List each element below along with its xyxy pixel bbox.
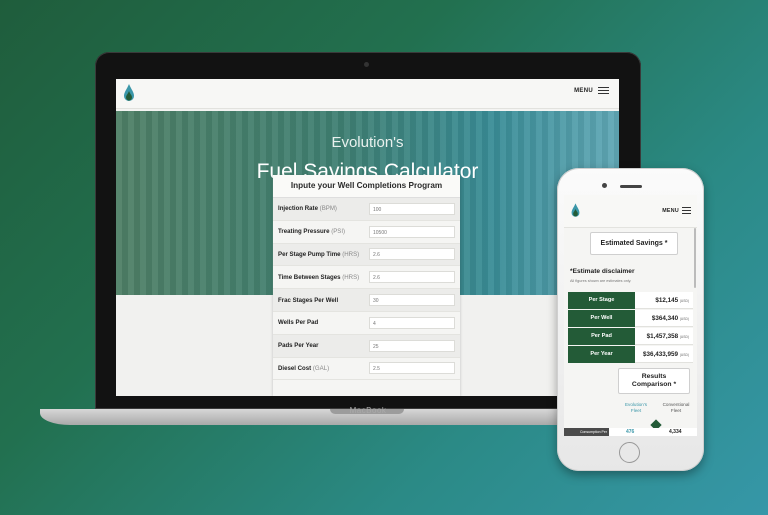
savings-row: Per Well $364,340 (USD): [568, 309, 693, 328]
savings-value: $36,433,959 (USD): [635, 345, 693, 364]
site-header: MENU: [116, 79, 619, 109]
form-row-injection-rate: Injection Rate (BPM) 100: [273, 198, 460, 221]
laptop-camera: [364, 62, 369, 67]
savings-row: Per Year $36,433,959 (USD): [568, 345, 693, 364]
estimated-savings-button[interactable]: Estimated Savings *: [590, 232, 678, 255]
logo-drop-icon[interactable]: [570, 202, 581, 219]
savings-value: $364,340 (USD): [635, 309, 693, 328]
results-comparison-button[interactable]: Results Comparison *: [618, 368, 690, 394]
wells-per-pad-input[interactable]: 4: [369, 316, 455, 329]
field-label: Diesel Cost (GAL): [278, 364, 330, 372]
form-row-time-between-stages: Time Between Stages (HRS) 2.6: [273, 266, 460, 290]
laptop-screen: MENU Evolution's Fuel Savings Calculator…: [116, 79, 619, 396]
results-line1: Results: [641, 373, 667, 380]
menu-label: MENU: [574, 88, 593, 94]
estimate-disclaimer: *Estimate disclaimer: [570, 268, 635, 275]
time-between-stages-input[interactable]: 2.6: [369, 271, 455, 284]
form-title: Inpute your Well Completions Program: [273, 175, 460, 198]
field-label: Injection Rate (BPM): [278, 205, 337, 213]
field-label: Wells Per Pad: [278, 319, 319, 327]
form-row-pads-per-year: Pads Per Year 25: [273, 334, 460, 358]
evolution-value: 476: [626, 429, 635, 435]
results-line2: Comparison *: [631, 381, 677, 388]
savings-row: Per Stage $12,145 (USD): [568, 292, 693, 310]
phone-menu-button[interactable]: MENU: [662, 207, 691, 215]
hamburger-icon: [598, 87, 609, 95]
savings-label: Per Pad: [568, 327, 635, 346]
savings-value: $12,145 (USD): [635, 292, 693, 310]
pads-per-year-input[interactable]: 25: [369, 339, 455, 352]
savings-value: $1,457,358 (USD): [635, 327, 693, 346]
phone-screen: MENU Estimated Savings * *Estimate discl…: [564, 195, 697, 436]
form-row-wells-per-pad: Wells Per Pad 4: [273, 312, 460, 335]
menu-label: MENU: [662, 208, 679, 214]
savings-label: Per Stage: [568, 292, 635, 310]
comparison-label: Consumption Per: [564, 428, 609, 436]
hamburger-icon: [682, 207, 691, 215]
evolution-fleet-header: Evolution's Fleet: [624, 402, 648, 413]
form-row-diesel-cost: Diesel Cost (GAL) 2.5: [273, 358, 460, 381]
form-rows: Injection Rate (BPM) 100 Treating Pressu…: [273, 198, 460, 381]
disclaimer-note: All figures shown are estimates only.: [570, 279, 632, 283]
savings-label: Per Year: [568, 345, 635, 364]
field-label: Pads Per Year: [278, 342, 319, 350]
form-row-treating-pressure: Treating Pressure (PSI) 10500: [273, 221, 460, 244]
conventional-fleet-header: Conventional Fleet: [662, 402, 690, 413]
field-label: Per Stage Pump Time (HRS): [278, 250, 360, 258]
phone-header: MENU: [564, 195, 697, 228]
phone-camera: [602, 183, 607, 188]
logo-drop-icon[interactable]: [122, 83, 136, 103]
comparison-row: Consumption Per 476 4,334: [564, 428, 697, 436]
field-label: Frac Stages Per Well: [278, 296, 339, 304]
phone: MENU Estimated Savings * *Estimate discl…: [557, 168, 704, 471]
conventional-value: 4,334: [669, 429, 682, 435]
hero-subtitle: Evolution's: [331, 134, 404, 151]
form-row-frac-stages: Frac Stages Per Well 30: [273, 289, 460, 312]
savings-row: Per Pad $1,457,358 (USD): [568, 327, 693, 346]
savings-label: Per Well: [568, 309, 635, 328]
menu-button[interactable]: MENU: [574, 87, 609, 95]
diesel-cost-input[interactable]: 2.5: [369, 362, 455, 375]
well-program-form: Inpute your Well Completions Program Inj…: [273, 175, 460, 396]
field-label: Treating Pressure (PSI): [278, 228, 346, 236]
treating-pressure-input[interactable]: 10500: [369, 225, 455, 238]
injection-rate-input[interactable]: 100: [369, 202, 455, 215]
field-label: Time Between Stages (HRS): [278, 273, 360, 281]
form-row-stage-pump-time: Per Stage Pump Time (HRS) 2.6: [273, 243, 460, 267]
phone-scrollbar[interactable]: [694, 228, 696, 288]
phone-speaker: [620, 185, 642, 188]
savings-table: Per Stage $12,145 (USD) Per Well $364,34…: [568, 292, 693, 364]
home-button[interactable]: [619, 442, 640, 463]
stage-pump-time-input[interactable]: 2.6: [369, 248, 455, 261]
frac-stages-input[interactable]: 30: [369, 294, 455, 307]
